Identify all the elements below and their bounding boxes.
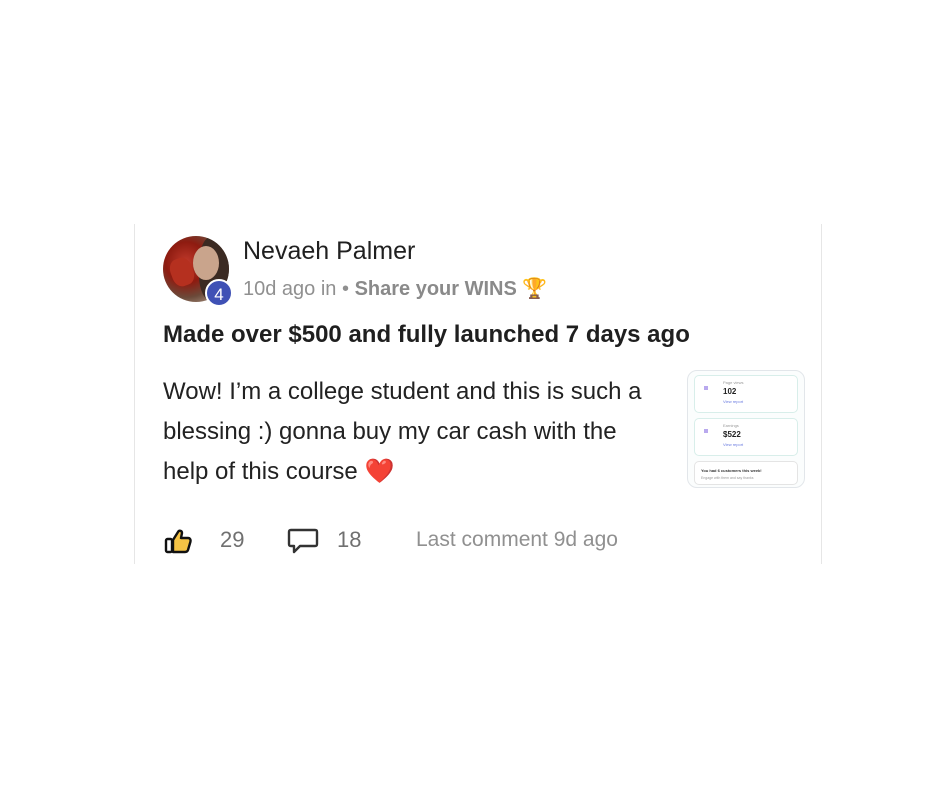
comment-count: 18	[337, 527, 362, 552]
earnings-value: $522	[723, 430, 741, 439]
page-views-value: 102	[723, 387, 737, 396]
like-count: 29	[220, 527, 245, 552]
author-name[interactable]: Nevaeh Palmer	[243, 237, 415, 266]
post-title[interactable]: Made over $500 and fully launched 7 days…	[163, 321, 690, 349]
page-views-icon	[704, 386, 708, 390]
page-views-card: Page views 102 View report	[694, 375, 798, 413]
earnings-label: Earnings	[723, 423, 739, 428]
customers-message-sub: Engage with them and say thanks	[701, 476, 754, 480]
trophy-icon: 🏆	[522, 278, 548, 300]
comment-icon	[287, 528, 319, 554]
comment-button[interactable]	[287, 525, 321, 555]
customers-message: You had 6 customers this week! Engage wi…	[694, 461, 798, 485]
page-views-link: View report	[723, 399, 744, 404]
thumbs-up-icon	[164, 529, 192, 554]
category-link[interactable]: Share your WINS	[355, 278, 517, 300]
post-card[interactable]: 4 Nevaeh Palmer 10d ago in • Share your …	[134, 224, 822, 564]
meta-separator: •	[341, 278, 349, 300]
earnings-link: View report	[723, 442, 744, 447]
attachment-thumbnail[interactable]: Page views 102 View report Earnings $522…	[687, 370, 805, 488]
page-views-label: Page views	[723, 380, 744, 385]
post-time: 10d ago in	[243, 278, 337, 300]
last-comment-time: Last comment 9d ago	[416, 528, 618, 551]
post-meta: 10d ago in • Share your WINS 🏆	[243, 276, 547, 301]
heart-icon: ❤️	[364, 458, 395, 485]
post-body-text: Wow! I’m a college student and this is s…	[163, 378, 642, 485]
earnings-icon	[704, 429, 708, 433]
like-button[interactable]	[163, 526, 197, 556]
post-body: Wow! I’m a college student and this is s…	[163, 372, 663, 492]
avatar-face	[193, 246, 219, 280]
customers-message-title: You had 6 customers this week!	[701, 468, 762, 473]
earnings-card: Earnings $522 View report	[694, 418, 798, 456]
level-badge: 4	[205, 279, 233, 307]
